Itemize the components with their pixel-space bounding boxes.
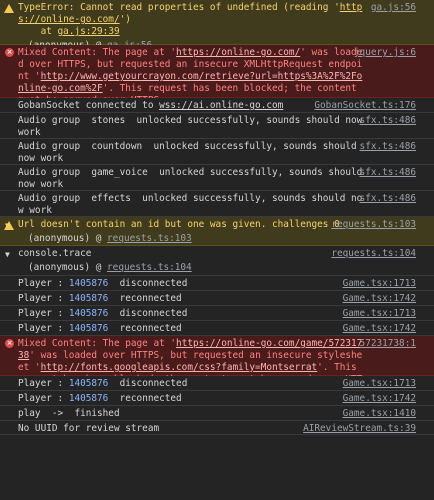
stack-frame: (anonymous) @ requests.ts:103 bbox=[0, 233, 434, 247]
console-entry: Audio group stones unlocked successfully… bbox=[0, 113, 434, 139]
source-link[interactable]: jquery.js:6 bbox=[354, 47, 416, 59]
log-text: Player : bbox=[18, 393, 69, 404]
log-text: Audio group effects unlocked successfull… bbox=[18, 193, 363, 216]
source-link[interactable]: sfx.ts:486 bbox=[360, 167, 416, 179]
warning-icon bbox=[4, 4, 14, 13]
log-text: play -> finished bbox=[18, 408, 120, 419]
log-text: Mixed Content: The page at ' bbox=[18, 338, 177, 349]
source-link[interactable]: Game.tsx:1713 bbox=[343, 308, 416, 320]
log-text: Audio group countdown unlocked successfu… bbox=[18, 141, 363, 164]
log-text: TypeError: Cannot read properties of und… bbox=[18, 2, 340, 13]
source-link[interactable]: requests.ts:103 bbox=[331, 219, 416, 231]
player-id: 1405876 bbox=[68, 378, 109, 389]
source-link[interactable]: AIReviewStream.ts:39 bbox=[303, 423, 416, 435]
log-text: disconnected bbox=[108, 278, 188, 289]
source-link[interactable]: Game.tsx:1713 bbox=[343, 278, 416, 290]
console-entry: Player : 1405876 disconnected Game.tsx:17… bbox=[0, 276, 434, 291]
log-text: Audio group game_voice unlocked successf… bbox=[18, 167, 368, 190]
console-entry: TypeError: Cannot read properties of und… bbox=[0, 0, 434, 51]
log-text: reconnected bbox=[108, 393, 182, 404]
source-link[interactable]: Game.tsx:1713 bbox=[343, 378, 416, 390]
console-entry: Player : 1405876 reconnected Game.tsx:174… bbox=[0, 291, 434, 306]
log-text: Player : bbox=[18, 293, 69, 304]
source-link[interactable]: Game.tsx:1742 bbox=[343, 293, 416, 305]
stack-text: (anonymous) @ bbox=[28, 262, 108, 273]
log-text: No UUID for review stream bbox=[18, 423, 160, 434]
log-text: ') bbox=[119, 14, 131, 25]
log-text: at bbox=[18, 26, 58, 37]
console-entry: Player : 1405876 disconnected Game.tsx:17… bbox=[0, 376, 434, 391]
log-link[interactable]: http://fonts.googleapis.com/css?family=M… bbox=[41, 362, 318, 373]
log-text: Audio group stones unlocked successfully… bbox=[18, 115, 368, 138]
log-text: disconnected bbox=[108, 308, 188, 319]
stack-link[interactable]: requests.ts:103 bbox=[107, 233, 192, 244]
console-entry: ▼ Url doesn't contain an id but one was g… bbox=[0, 217, 434, 246]
console-entry: Audio group game_voice unlocked successf… bbox=[0, 165, 434, 191]
log-text: Player : bbox=[18, 323, 69, 334]
source-link[interactable]: 57231738:1 bbox=[360, 338, 416, 350]
player-id: 1405876 bbox=[68, 293, 109, 304]
source-link[interactable]: sfx.ts:486 bbox=[360, 141, 416, 153]
console-entry: Player : 1405876 reconnected Game.tsx:174… bbox=[0, 391, 434, 406]
log-text: Url doesn't contain an id but one was gi… bbox=[18, 219, 340, 230]
expand-caret-icon[interactable]: ▼ bbox=[5, 220, 10, 232]
source-link[interactable]: Game.tsx:1410 bbox=[343, 408, 416, 420]
log-message: TypeError: Cannot read properties of und… bbox=[0, 0, 434, 40]
source-link[interactable]: ga.js:56 bbox=[371, 2, 416, 14]
stack-link[interactable]: ga.js:29:39 bbox=[58, 26, 120, 37]
source-link[interactable]: sfx.ts:486 bbox=[360, 193, 416, 205]
log-text: reconnected bbox=[108, 293, 182, 304]
log-text: Mixed Content: The page at ' bbox=[18, 47, 177, 58]
console-log: TypeError: Cannot read properties of und… bbox=[0, 0, 434, 435]
log-text: Player : bbox=[18, 308, 69, 319]
console-entry: Audio group effects unlocked successfull… bbox=[0, 191, 434, 217]
source-link[interactable]: Game.tsx:1742 bbox=[343, 323, 416, 335]
console-entry: ▼ console.trace (anonymous) @ requests.ts:… bbox=[0, 246, 434, 276]
console-entry: Audio group countdown unlocked successfu… bbox=[0, 139, 434, 165]
player-id: 1405876 bbox=[68, 393, 109, 404]
console-entry: × Mixed Content: The page at 'https://onl… bbox=[0, 336, 434, 397]
player-id: 1405876 bbox=[68, 308, 109, 319]
console-entry: play -> finished Game.tsx:1410 bbox=[0, 406, 434, 421]
console-entry: No UUID for review stream AIReviewStream.… bbox=[0, 421, 434, 435]
log-text: Player : bbox=[18, 278, 69, 289]
source-link[interactable]: GobanSocket.ts:176 bbox=[314, 100, 416, 112]
error-icon: × bbox=[5, 48, 14, 57]
log-text: GobanSocket connected to bbox=[18, 100, 160, 111]
player-id: 1405876 bbox=[68, 323, 109, 334]
log-text: Player : bbox=[18, 378, 69, 389]
log-text: disconnected bbox=[108, 378, 188, 389]
source-link[interactable]: Game.tsx:1742 bbox=[343, 393, 416, 405]
console-entry: × Mixed Content: The page at 'https://onl… bbox=[0, 45, 434, 122]
log-text: reconnected bbox=[108, 323, 182, 334]
source-link[interactable]: sfx.ts:486 bbox=[360, 115, 416, 127]
log-link[interactable]: wss://ai.online-go.com bbox=[159, 100, 283, 111]
source-link[interactable]: requests.ts:104 bbox=[331, 248, 416, 260]
stack-link[interactable]: requests.ts:104 bbox=[107, 262, 192, 273]
log-link[interactable]: https://online-go.com/ bbox=[176, 47, 300, 58]
stack-text: (anonymous) @ bbox=[28, 233, 108, 244]
console-entry: Player : 1405876 reconnected Game.tsx:174… bbox=[0, 321, 434, 336]
stack-frame: (anonymous) @ requests.ts:104 bbox=[0, 262, 434, 276]
log-text: console.trace bbox=[18, 248, 92, 259]
console-entry: Player : 1405876 disconnected Game.tsx:17… bbox=[0, 306, 434, 321]
player-id: 1405876 bbox=[68, 278, 109, 289]
error-icon: × bbox=[5, 339, 14, 348]
expand-caret-icon[interactable]: ▼ bbox=[5, 249, 10, 261]
console-entry: GobanSocket connected to wss://ai.online… bbox=[0, 98, 434, 113]
